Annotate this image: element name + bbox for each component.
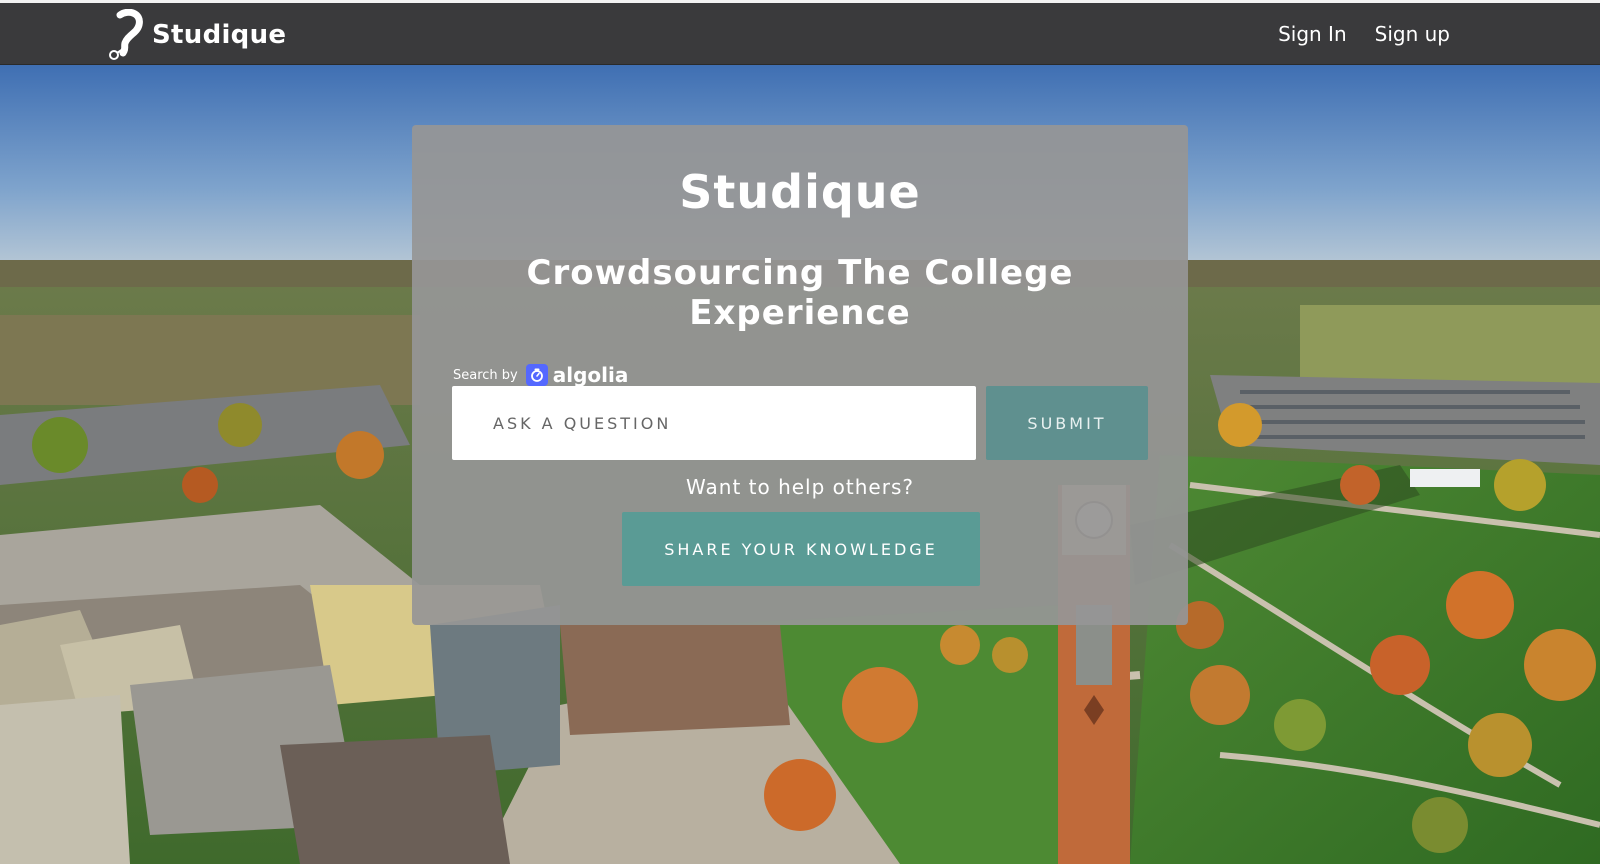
window-top-strip xyxy=(0,0,1600,3)
studique-logo-icon xyxy=(109,9,143,60)
search-provider-name: algolia xyxy=(552,363,629,387)
page-subtitle: Crowdsourcing The College Experience xyxy=(526,253,1074,333)
page-title: Studique xyxy=(679,165,921,219)
search-attribution[interactable]: Search by algolia xyxy=(453,363,628,387)
brand[interactable]: Studique xyxy=(106,9,286,61)
search-by-label: Search by xyxy=(453,367,518,383)
top-nav: Sign In Sign up xyxy=(1278,3,1450,65)
sign-up-link[interactable]: Sign up xyxy=(1375,22,1450,46)
submit-button[interactable]: SUBMIT xyxy=(986,386,1148,460)
navbar: Studique Sign In Sign up xyxy=(0,3,1600,65)
share-knowledge-button[interactable]: SHARE YOUR KNOWLEDGE xyxy=(622,512,980,586)
hero-card: Studique Crowdsourcing The College Exper… xyxy=(412,125,1188,625)
brand-name: Studique xyxy=(152,20,287,50)
sign-in-link[interactable]: Sign In xyxy=(1278,22,1347,46)
algolia-logo-icon xyxy=(525,364,548,386)
help-others-text: Want to help others? xyxy=(686,475,914,499)
ask-question-input[interactable] xyxy=(452,386,976,460)
